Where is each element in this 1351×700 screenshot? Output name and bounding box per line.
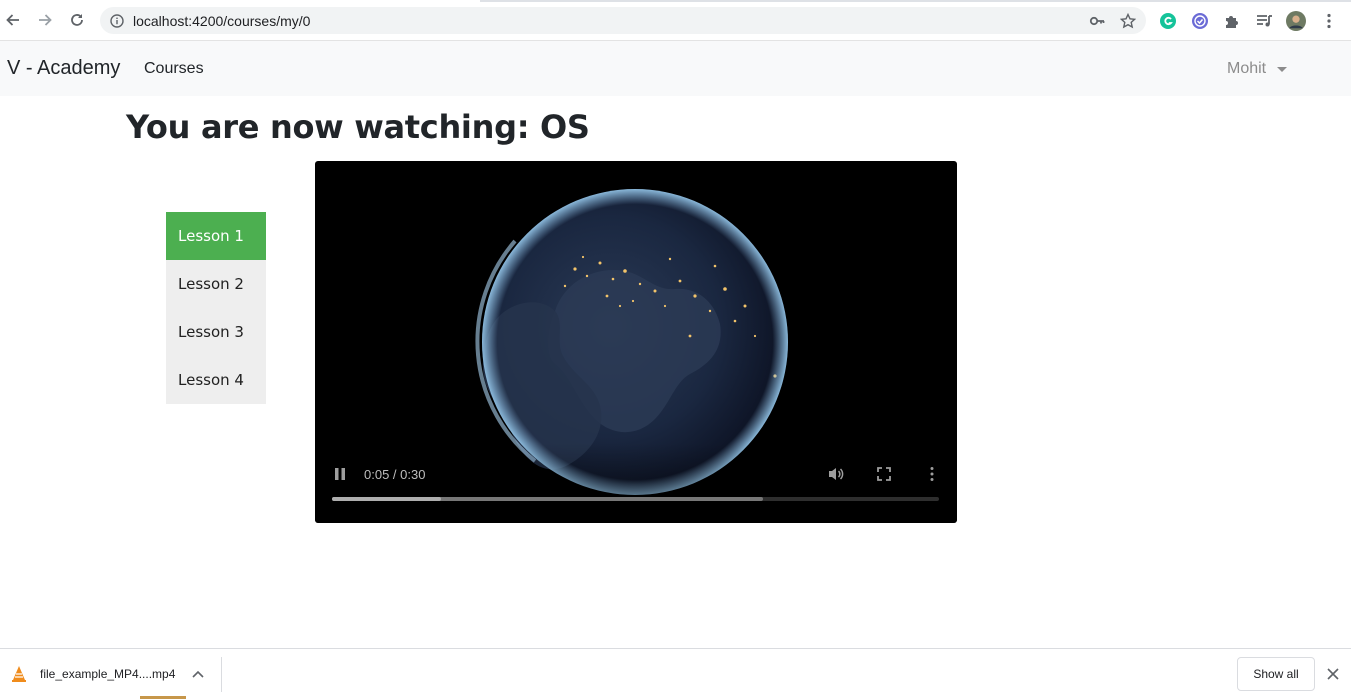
vlc-file-icon [11,665,27,683]
site-info-icon[interactable] [108,12,126,30]
puzzle-icon[interactable] [1222,11,1242,31]
address-bar[interactable]: localhost:4200/courses/my/0 [100,7,1146,34]
profile-avatar[interactable] [1286,11,1306,31]
reload-icon[interactable] [65,8,89,32]
lesson-list: Lesson 1 Lesson 2 Lesson 3 Lesson 4 [166,212,266,404]
brand-link[interactable]: V - Academy [7,57,120,80]
page-title: You are now watching: OS [126,108,590,146]
lesson-item-4[interactable]: Lesson 4 [166,356,266,404]
more-options-icon[interactable] [922,464,942,484]
seek-bar[interactable] [332,497,939,501]
pause-icon[interactable] [332,465,348,483]
close-icon[interactable] [1324,665,1342,683]
lesson-item-2[interactable]: Lesson 2 [166,260,266,308]
volume-icon[interactable] [826,464,846,484]
key-icon[interactable] [1088,12,1106,30]
browser-toolbar: localhost:4200/courses/my/0 [0,0,1351,41]
lesson-item-1[interactable]: Lesson 1 [166,212,266,260]
url-text[interactable]: localhost:4200/courses/my/0 [133,13,310,29]
star-icon[interactable] [1119,12,1137,30]
tab-strip-edge [0,0,1351,2]
lesson-item-3[interactable]: Lesson 3 [166,308,266,356]
app-navbar: V - Academy Courses Mohit [0,41,1351,96]
media-queue-icon[interactable] [1254,11,1274,31]
user-dropdown[interactable]: Mohit [1227,60,1266,78]
shelf-divider [221,657,222,692]
video-time: 0:05 / 0:30 [364,467,426,482]
show-all-button[interactable]: Show all [1237,657,1315,691]
forward-arrow-icon[interactable] [33,8,57,32]
played-range [332,497,441,501]
extension-check-icon[interactable] [1190,11,1210,31]
controls-overlay [315,443,957,523]
menu-dots-icon[interactable] [1319,11,1339,31]
chevron-up-icon[interactable] [190,666,206,682]
chevron-down-icon[interactable] [1277,67,1287,72]
grammarly-icon[interactable] [1158,11,1178,31]
download-shelf: file_example_MP4....mp4 Show all [0,648,1351,700]
fullscreen-icon[interactable] [874,464,894,484]
nav-courses-link[interactable]: Courses [144,60,204,78]
back-arrow-icon[interactable] [1,8,25,32]
video-player[interactable]: 0:05 / 0:30 [315,161,957,523]
download-file-name[interactable]: file_example_MP4....mp4 [40,667,175,681]
